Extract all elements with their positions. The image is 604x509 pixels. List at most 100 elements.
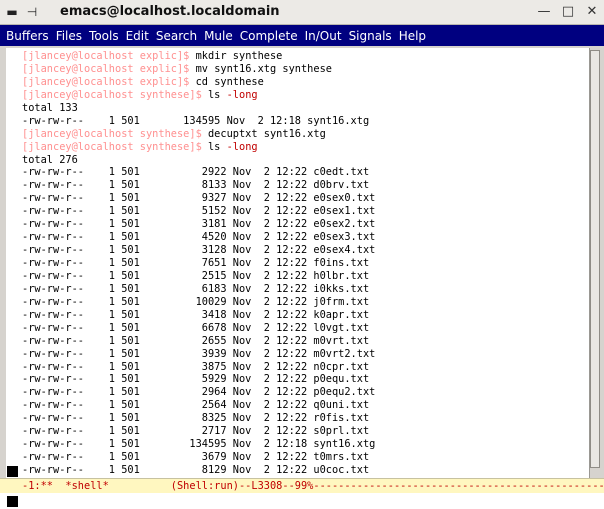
terminal-line: [jlancey@localhost synthese]$ decuptxt s… (22, 128, 590, 141)
shell-output: -rw-rw-r-- 1 501 2515 Nov 2 12:22 h0lbr.… (22, 269, 370, 282)
shell-output: total 133 (22, 101, 78, 114)
shell-output: -rw-rw-r-- 1 501 6678 Nov 2 12:22 l0vgt.… (22, 321, 370, 334)
shell-output: -rw-rw-r-- 1 501 2964 Nov 2 12:22 p0equ2… (22, 386, 376, 399)
terminal-line: -rw-rw-r-- 1 501 9327 Nov 2 12:22 e0sex0… (22, 192, 590, 205)
terminal-line: -rw-rw-r-- 1 501 8133 Nov 2 12:22 d0brv.… (22, 179, 590, 192)
shell-prompt: [jlancey@localhost explic]$ (22, 75, 196, 88)
terminal-line: -rw-rw-r-- 1 501 3181 Nov 2 12:22 e0sex2… (22, 218, 590, 231)
shell-command: mkdir synthese (195, 50, 283, 62)
terminal-line: [jlancey@localhost explic]$ mkdir synthe… (22, 50, 590, 63)
minibuffer-cursor (7, 496, 18, 507)
shell-prompt: [jlancey@localhost synthese]$ (22, 140, 208, 153)
shell-output: total 276 (22, 153, 78, 166)
terminal-line: -rw-rw-r-- 1 501 3875 Nov 2 12:22 n0cpr.… (22, 361, 590, 374)
menu-help[interactable]: Help (399, 29, 426, 43)
shell-output: -rw-rw-r-- 1 501 3679 Nov 2 12:22 t0mrs.… (22, 451, 370, 464)
terminal-line: -rw-rw-r-- 1 501 3679 Nov 2 12:22 t0mrs.… (22, 451, 590, 464)
shell-output: -rw-rw-r-- 1 501 134595 Nov 2 12:18 synt… (22, 114, 370, 127)
shell-prompt: [jlancey@localhost explic]$ (22, 62, 196, 75)
shell-output: -rw-rw-r-- 1 501 4520 Nov 2 12:22 e0sex3… (22, 231, 376, 244)
terminal-line: -rw-rw-r-- 1 501 10029 Nov 2 12:22 j0frm… (22, 296, 590, 309)
menu-bar: Buffers Files Tools Edit Search Mule Com… (0, 25, 604, 46)
shell-command: ls (207, 88, 227, 101)
shell-output: -rw-rw-r-- 1 501 5929 Nov 2 12:22 p0equ.… (22, 373, 370, 386)
menu-search[interactable]: Search (156, 29, 197, 43)
shell-command: mv synt16.xtg synthese (195, 62, 332, 75)
menu-complete[interactable]: Complete (240, 29, 298, 43)
menu-files[interactable]: Files (56, 29, 82, 43)
menu-tools[interactable]: Tools (89, 29, 119, 43)
terminal-line: -rw-rw-r-- 1 501 3418 Nov 2 12:22 k0apr.… (22, 309, 590, 322)
shell-output: -rw-rw-r-- 1 501 10029 Nov 2 12:22 j0frm… (22, 295, 370, 308)
mode-line: -1:** *shell* (Shell:run)--L3308--99%---… (0, 478, 604, 493)
shell-output: -rw-rw-r-- 1 501 8325 Nov 2 12:22 r0fis.… (22, 412, 370, 425)
shell-output: -rw-rw-r-- 1 501 3418 Nov 2 12:22 k0apr.… (22, 308, 370, 321)
shell-buffer[interactable]: [jlancey@localhost explic]$ mkdir synthe… (6, 48, 590, 478)
minibuffer[interactable] (0, 493, 604, 509)
shell-output: -rw-rw-r-- 1 501 3128 Nov 2 12:22 e0sex4… (22, 244, 376, 257)
terminal-line: -rw-rw-r-- 1 501 134595 Nov 2 12:18 synt… (22, 438, 590, 451)
shell-output: -rw-rw-r-- 1 501 9327 Nov 2 12:22 e0sex0… (22, 192, 376, 205)
terminal-line: -rw-rw-r-- 1 501 3128 Nov 2 12:22 e0sex4… (22, 244, 590, 257)
terminal-line: -rw-rw-r-- 1 501 134595 Nov 2 12:18 synt… (22, 115, 590, 128)
shell-output: -rw-rw-r-- 1 501 8133 Nov 2 12:22 d0brv.… (22, 179, 370, 192)
shell-output: -rw-rw-r-- 1 501 2717 Nov 2 12:22 s0prl.… (22, 425, 370, 438)
shell-prompt: [jlancey@localhost synthese]$ (22, 88, 208, 101)
shell-command: cd synthese (195, 75, 264, 88)
terminal-line: -rw-rw-r-- 1 501 6678 Nov 2 12:22 l0vgt.… (22, 322, 590, 335)
terminal-line: -rw-rw-r-- 1 501 8325 Nov 2 12:22 r0fis.… (22, 412, 590, 425)
shell-command: decuptxt synt16.xtg (207, 127, 326, 140)
shell-output: -rw-rw-r-- 1 501 7651 Nov 2 12:22 f0ins.… (22, 257, 370, 269)
terminal-line: [jlancey@localhost explic]$ mv synt16.xt… (22, 63, 590, 76)
terminal-line: -rw-rw-r-- 1 501 2717 Nov 2 12:22 s0prl.… (22, 425, 590, 438)
shell-output: -rw-rw-r-- 1 501 2564 Nov 2 12:22 q0uni.… (22, 399, 370, 412)
shell-output: -rw-rw-r-- 1 501 3939 Nov 2 12:22 m0vrt2… (22, 347, 376, 360)
scrollbar-thumb[interactable] (590, 50, 600, 468)
menu-buffers[interactable]: Buffers (6, 29, 49, 43)
shell-output: -rw-rw-r-- 1 501 2922 Nov 2 12:22 c0edt.… (22, 166, 370, 179)
terminal-line: -rw-rw-r-- 1 501 5152 Nov 2 12:22 e0sex1… (22, 205, 590, 218)
shell-output: -rw-rw-r-- 1 501 3875 Nov 2 12:22 n0cpr.… (22, 360, 370, 373)
terminal-line: -rw-rw-r-- 1 501 2515 Nov 2 12:22 h0lbr.… (22, 270, 590, 283)
terminal-line: -rw-rw-r-- 1 501 4520 Nov 2 12:22 e0sex3… (22, 231, 590, 244)
minimize-icon[interactable]: — (536, 3, 552, 20)
shell-output: -rw-rw-r-- 1 501 8129 Nov 2 12:22 u0coc.… (22, 464, 370, 476)
terminal-line: -rw-rw-r-- 1 501 7651 Nov 2 12:22 f0ins.… (22, 257, 590, 270)
terminal-line: -rw-rw-r-- 1 501 3939 Nov 2 12:22 m0vrt2… (22, 348, 590, 361)
terminal-line: [jlancey@localhost synthese]$ ls -long (22, 141, 590, 154)
window-title: emacs@localhost.localdomain (60, 4, 280, 19)
terminal-line: -rw-rw-r-- 1 501 2922 Nov 2 12:22 c0edt.… (22, 166, 590, 179)
shell-output: -rw-rw-r-- 1 501 2655 Nov 2 12:22 m0vrt.… (22, 334, 370, 347)
terminal-line: -rw-rw-r-- 1 501 2964 Nov 2 12:22 p0equ2… (22, 386, 590, 399)
terminal-line: total 276 (22, 154, 590, 167)
title-bar-left-icons: ▬ ⊣ (4, 4, 40, 20)
menu-in-out[interactable]: In/Out (305, 29, 342, 43)
terminal-line: -rw-rw-r-- 1 501 5929 Nov 2 12:22 p0equ.… (22, 373, 590, 386)
title-bar: ▬ ⊣ emacs@localhost.localdomain — □ ✕ (0, 0, 604, 25)
command-option: -long (226, 140, 258, 153)
menu-edit[interactable]: Edit (126, 29, 149, 43)
command-option: -long (226, 88, 258, 101)
terminal-line: -rw-rw-r-- 1 501 2655 Nov 2 12:22 m0vrt.… (22, 335, 590, 348)
terminal-line: [jlancey@localhost synthese]$ ls -long (22, 89, 590, 102)
shell-prompt: [jlancey@localhost synthese]$ (22, 127, 208, 140)
text-cursor (7, 466, 18, 477)
terminal-line: -rw-rw-r-- 1 501 8129 Nov 2 12:22 u0coc.… (22, 464, 590, 477)
shell-prompt: [jlancey@localhost explic]$ (22, 50, 196, 62)
shell-command: ls (207, 140, 227, 153)
terminal-line: [jlancey@localhost explic]$ cd synthese (22, 76, 590, 89)
menu-mule[interactable]: Mule (204, 29, 233, 43)
maximize-icon[interactable]: □ (560, 3, 576, 20)
shell-output: -rw-rw-r-- 1 501 134595 Nov 2 12:18 synt… (22, 438, 376, 451)
shell-output: -rw-rw-r-- 1 501 5152 Nov 2 12:22 e0sex1… (22, 205, 376, 218)
shell-output: -rw-rw-r-- 1 501 6183 Nov 2 12:22 i0kks.… (22, 282, 370, 295)
pin-icon[interactable]: ⊣ (24, 4, 40, 20)
shell-output: -rw-rw-r-- 1 501 3181 Nov 2 12:22 e0sex2… (22, 218, 376, 231)
close-icon[interactable]: ✕ (584, 3, 600, 20)
terminal-line: -rw-rw-r-- 1 501 6183 Nov 2 12:22 i0kks.… (22, 283, 590, 296)
menu-icon[interactable]: ▬ (4, 4, 20, 20)
menu-signals[interactable]: Signals (349, 29, 392, 43)
terminal-line: total 133 (22, 102, 590, 115)
window-controls: — □ ✕ (536, 3, 600, 20)
terminal-line: -rw-rw-r-- 1 501 2564 Nov 2 12:22 q0uni.… (22, 399, 590, 412)
